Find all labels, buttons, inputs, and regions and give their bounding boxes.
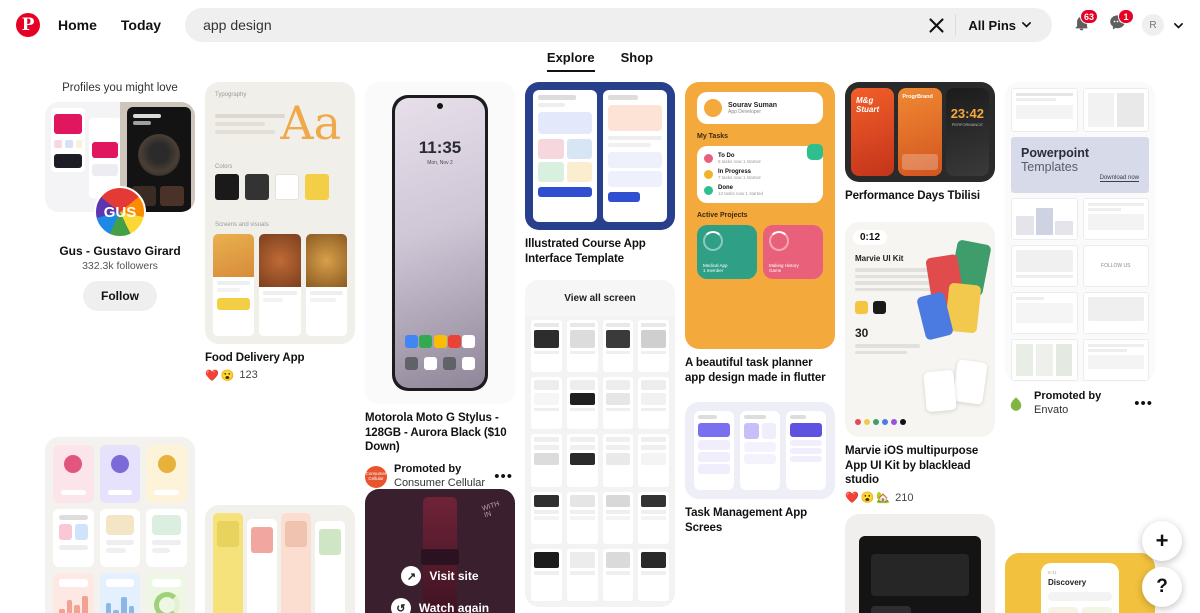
- pin-marvie-ios-ui-kit[interactable]: 0:12 Marvie UI Kit 30 Marvie iOS multipu…: [845, 222, 995, 504]
- profile-suggestion-card: Profiles you might love GUS Gus - Gustav…: [45, 82, 195, 311]
- powerpoint-banner-subtitle: Templates: [1021, 160, 1078, 174]
- pin-powerpoint-templates[interactable]: Powerpoint Templates Download now FOLLOW…: [1005, 82, 1155, 418]
- pin-caption: Marvie iOS multipurpose App UI Kit by bl…: [845, 445, 979, 487]
- search-input[interactable]: [203, 17, 922, 33]
- pin-colorful-ui-grid[interactable]: [45, 437, 195, 613]
- notifications-button[interactable]: 63: [1064, 8, 1098, 42]
- tab-shop[interactable]: Shop: [621, 50, 654, 70]
- pin-visit-site-video[interactable]: WITH IN ↗ Visit site ↺ Watch again: [365, 489, 515, 613]
- pin-caption: Food Delivery App: [205, 352, 305, 364]
- watch-again-label: Watch again: [418, 601, 490, 613]
- header-divider: [955, 14, 957, 36]
- pin-dark-device[interactable]: [845, 514, 995, 613]
- nav-today[interactable]: Today: [109, 9, 173, 41]
- pin-caption: Performance Days Tbilisi: [845, 190, 981, 202]
- pin-motorola-moto-g-stylus[interactable]: 11:35 Mon, Nov 2 Motorola Moto G Stylus …: [365, 82, 515, 491]
- profile-avatar[interactable]: GUS: [94, 186, 146, 238]
- chevron-down-icon: [1021, 18, 1032, 33]
- pin-caption: A beautiful task planner app design made…: [685, 357, 826, 384]
- pin-caption: Task Management App Screes: [685, 507, 808, 534]
- profile-name[interactable]: Gus - Gustavo Girard: [45, 244, 195, 258]
- search-bar[interactable]: All Pins: [185, 8, 1052, 42]
- close-icon[interactable]: [921, 10, 951, 40]
- pin-food-delivery-app[interactable]: Typography Aa Colors Screens and visuals: [205, 82, 355, 382]
- notifications-badge: 63: [1079, 9, 1098, 24]
- reaction-icon-house: 🏡: [876, 492, 891, 505]
- reaction-icon-face: 😮: [220, 369, 235, 382]
- view-all-screen-label: View all screen: [564, 292, 636, 304]
- visit-site-button[interactable]: ↗ Visit site: [401, 566, 479, 586]
- reaction-count: 210: [895, 491, 914, 504]
- video-duration-badge: 0:12: [853, 230, 888, 245]
- reaction-icon-heart: ❤️: [845, 492, 859, 505]
- pin-reactions: ❤️ 😮 123: [205, 369, 355, 382]
- messages-button[interactable]: 1: [1100, 8, 1134, 42]
- promoted-row: Promoted by Envato •••: [1005, 390, 1155, 418]
- promoted-row: Consumer Cellular Promoted by Consumer Ce…: [365, 463, 515, 491]
- download-now-link[interactable]: Download now: [1099, 175, 1139, 182]
- video-overlay: ↗ Visit site ↺ Watch again: [365, 489, 515, 613]
- watch-again-button[interactable]: ↺ Watch again: [390, 598, 490, 613]
- pin-performance-days-tbilisi[interactable]: M&g Stuart ProgrBrand 23:42 PERFORMANCE P…: [845, 82, 995, 204]
- promoted-by-label: Promoted by: [394, 463, 462, 476]
- profiles-you-might-love-title: Profiles you might love: [62, 82, 178, 94]
- pin-discovery-yellow-app[interactable]: 9:41 Discovery Bars & Hotels Fine Dining…: [1005, 553, 1155, 613]
- pin-task-management-screes[interactable]: Task Management App Screes: [685, 402, 835, 535]
- pin-view-all-screen[interactable]: View all screen: [525, 280, 675, 613]
- pin-fresh-food-screens[interactable]: [205, 505, 355, 613]
- pin-caption: Illustrated Course App Interface Templat…: [525, 238, 646, 265]
- reaction-count: 123: [239, 369, 258, 382]
- nav-home[interactable]: Home: [46, 9, 109, 41]
- promoted-by-label: Promoted by: [1034, 390, 1102, 402]
- arrow-up-right-icon: ↗: [401, 566, 422, 586]
- pin-grid: Profiles you might love GUS Gus - Gustav…: [0, 82, 1200, 613]
- account-chevron-down-icon[interactable]: [1168, 14, 1188, 36]
- messages-badge: 1: [1118, 9, 1134, 24]
- pinterest-logo[interactable]: P: [16, 13, 40, 37]
- powerpoint-banner-title: Powerpoint: [1021, 146, 1090, 160]
- all-pins-dropdown[interactable]: All Pins: [960, 18, 1044, 33]
- help-button[interactable]: ?: [1142, 567, 1182, 607]
- ellipsis-icon[interactable]: •••: [494, 468, 515, 485]
- top-header: P Home Today All Pins 63: [0, 0, 1200, 50]
- all-pins-label: All Pins: [968, 17, 1016, 33]
- explore-shop-tabs: Explore Shop: [0, 50, 1200, 82]
- pin-reactions: ❤️ 😮 🏡 210: [845, 491, 995, 505]
- follow-button[interactable]: Follow: [83, 281, 157, 311]
- promoter-logo: Consumer Cellular: [365, 465, 387, 488]
- promoter-name: Envato: [1034, 403, 1069, 416]
- view-all-screen-overlay[interactable]: View all screen: [525, 280, 675, 316]
- pin-caption: Motorola Moto G Stylus - 128GB - Aurora …: [365, 412, 507, 454]
- create-pin-button[interactable]: +: [1142, 521, 1182, 561]
- replay-icon: ↺: [390, 598, 411, 613]
- visit-site-label: Visit site: [429, 569, 479, 583]
- pin-illustrated-course-app[interactable]: Illustrated Course App Interface Templat…: [525, 82, 675, 266]
- ellipsis-icon[interactable]: •••: [1134, 395, 1155, 412]
- envato-logo: [1005, 392, 1027, 415]
- reaction-icon-face: 😮: [860, 492, 875, 505]
- avatar[interactable]: R: [1142, 14, 1164, 36]
- profile-followers: 332.3k followers: [82, 260, 158, 272]
- tab-explore[interactable]: Explore: [546, 50, 595, 72]
- reaction-icon-heart: ❤️: [205, 369, 219, 382]
- pin-task-planner-flutter[interactable]: Sourav Suman App Developer My Tasks To Do…: [685, 82, 835, 385]
